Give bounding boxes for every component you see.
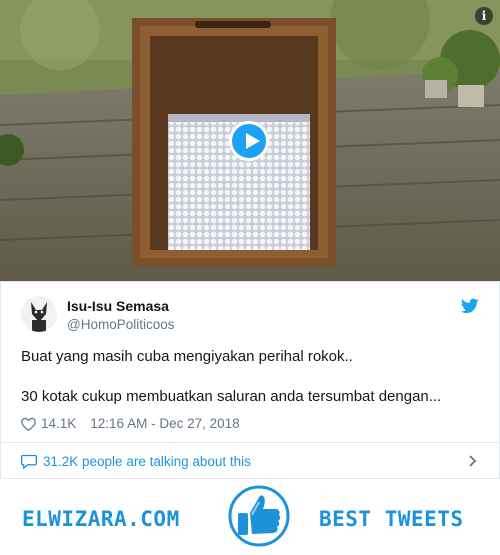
conversation-link[interactable]: 31.2K people are talking about this — [21, 443, 481, 479]
avatar[interactable] — [21, 296, 57, 332]
video-thumbnail[interactable]: i — [0, 0, 500, 281]
info-icon[interactable]: i — [475, 7, 493, 25]
like-count[interactable]: 14.1K — [41, 416, 76, 431]
user-handle[interactable]: @HomoPoliticoos — [67, 317, 175, 332]
speech-bubble-icon — [21, 454, 37, 469]
tweet-text-line: 30 kotak cukup membuatkan saluran anda t… — [21, 388, 442, 405]
tweet-card[interactable]: Isu-Isu Semasa @HomoPoliticoos Buat yang… — [0, 281, 500, 479]
tweet-text-line: Buat yang masih cuba mengiyakan perihal … — [21, 348, 353, 365]
thumbs-up-icon — [228, 485, 290, 547]
play-icon[interactable] — [229, 121, 269, 161]
conversation-label: 31.2K people are talking about this — [43, 453, 251, 469]
chevron-right-icon — [469, 455, 477, 467]
timestamp[interactable]: 12:16 AM - Dec 27, 2018 — [90, 416, 239, 431]
tweet-meta: 14.1K 12:16 AM - Dec 27, 2018 — [21, 416, 240, 431]
branding-footer: ELWIZARA.COM BEST TWEETS — [0, 479, 500, 555]
heart-icon[interactable] — [21, 417, 36, 431]
twitter-bird-icon[interactable] — [461, 298, 479, 314]
display-name[interactable]: Isu-Isu Semasa — [67, 298, 169, 314]
site-name: ELWIZARA.COM — [22, 507, 180, 531]
tweet-text: Buat yang masih cuba mengiyakan perihal … — [21, 347, 481, 407]
tagline: BEST TWEETS — [319, 507, 464, 531]
